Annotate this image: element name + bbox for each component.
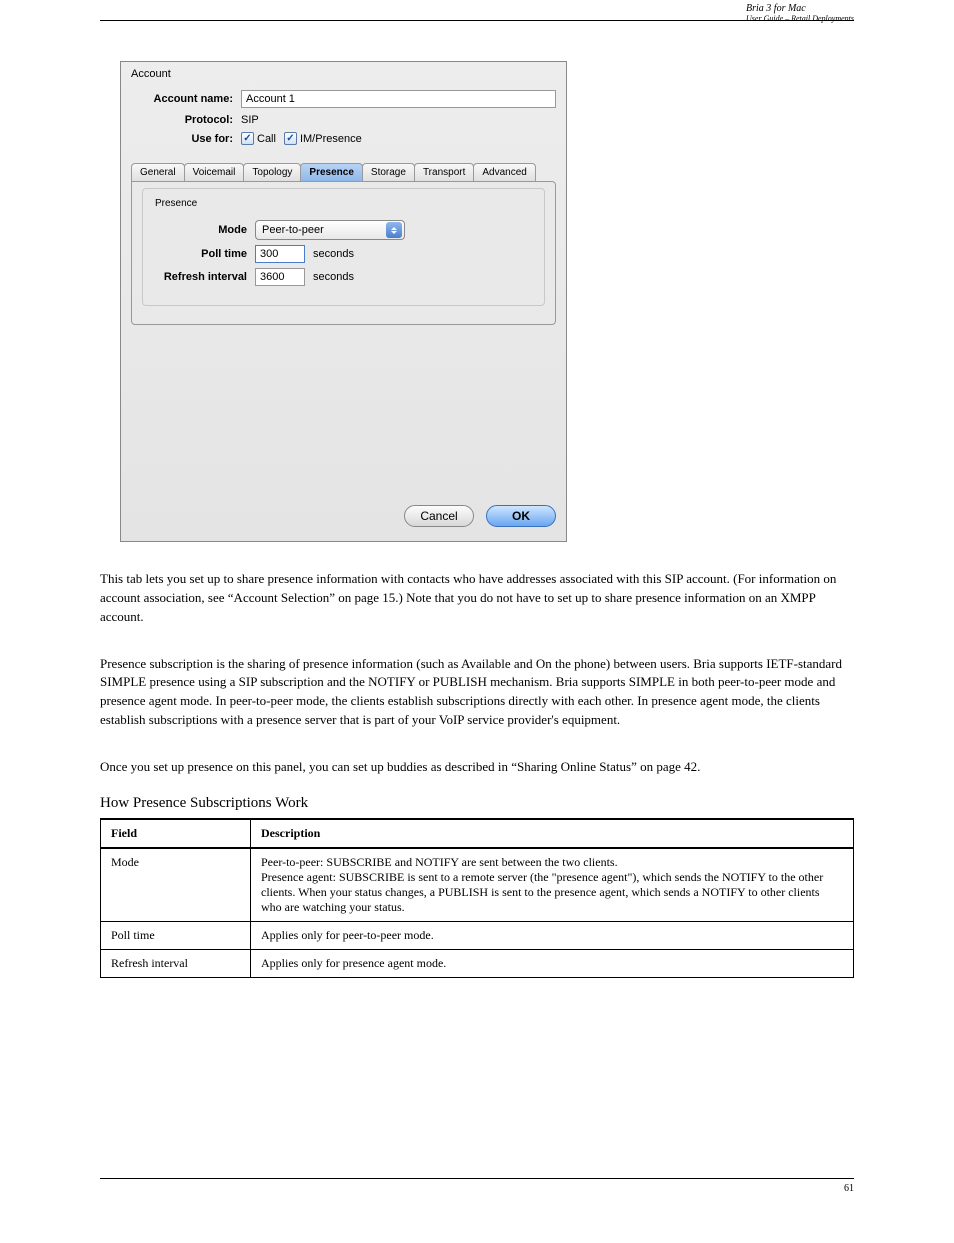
table-cell: Applies only for presence agent mode. [251, 949, 854, 977]
table-header-description: Description [251, 819, 854, 848]
cancel-button[interactable]: Cancel [404, 505, 474, 527]
refresh-interval-label: Refresh interval [155, 271, 255, 283]
mode-label: Mode [155, 224, 255, 236]
refresh-interval-unit: seconds [313, 271, 354, 283]
table-cell: Refresh interval [101, 949, 251, 977]
table-row: Mode Peer-to-peer: SUBSCRIBE and NOTIFY … [101, 848, 854, 922]
dialog-button-row: Cancel OK [131, 505, 556, 527]
table-header-field: Field [101, 819, 251, 848]
header-rule: Bria 3 for Mac User Guide – Retail Deplo… [100, 20, 854, 21]
tab-transport[interactable]: Transport [414, 163, 474, 181]
field-description-table: Field Description Mode Peer-to-peer: SUB… [100, 818, 854, 978]
page-footer: 61 [100, 1178, 854, 1183]
account-name-label: Account name: [131, 93, 241, 105]
row-protocol: Protocol: SIP [131, 114, 556, 126]
protocol-label: Protocol: [131, 114, 241, 126]
checkbox-icon: ✓ [241, 132, 254, 145]
table-cell: Peer-to-peer: SUBSCRIBE and NOTIFY are s… [251, 848, 854, 922]
presence-group-title: Presence [151, 198, 201, 209]
account-dialog: Account Account name: Protocol: SIP Use … [120, 61, 567, 542]
doc-header-subtitle: User Guide – Retail Deployments [746, 14, 854, 23]
tab-topology[interactable]: Topology [243, 163, 301, 181]
table-cell: Mode [101, 848, 251, 922]
dialog-spacer [131, 325, 556, 495]
doc-header-right: Bria 3 for Mac User Guide – Retail Deplo… [746, 3, 854, 23]
mode-select[interactable]: Peer-to-peer [255, 220, 405, 240]
row-poll-time: Poll time seconds [155, 245, 532, 263]
protocol-value: SIP [241, 114, 259, 126]
use-for-label: Use for: [131, 133, 241, 145]
use-for-call-checkbox[interactable]: ✓ Call [241, 132, 276, 145]
tab-bar: General Voicemail Topology Presence Stor… [131, 163, 556, 181]
tab-body: Presence Mode Peer-to-peer Poll time sec… [131, 181, 556, 325]
refresh-interval-input[interactable] [255, 268, 305, 286]
use-for-im-label: IM/Presence [300, 133, 362, 145]
poll-time-label: Poll time [155, 248, 255, 260]
body-paragraph-1: This tab lets you set up to share presen… [100, 570, 854, 627]
body-paragraph-2: Presence subscription is the sharing of … [100, 655, 854, 730]
chevron-updown-icon [386, 222, 402, 238]
table-cell: Applies only for peer-to-peer mode. [251, 921, 854, 949]
poll-time-unit: seconds [313, 248, 354, 260]
table-row: Refresh interval Applies only for presen… [101, 949, 854, 977]
dialog-title: Account [131, 68, 556, 80]
poll-time-input[interactable] [255, 245, 305, 263]
checkbox-icon: ✓ [284, 132, 297, 145]
tab-advanced[interactable]: Advanced [473, 163, 535, 181]
ok-button[interactable]: OK [486, 505, 556, 527]
use-for-im-checkbox[interactable]: ✓ IM/Presence [284, 132, 362, 145]
mode-select-value: Peer-to-peer [262, 224, 324, 236]
tab-storage[interactable]: Storage [362, 163, 415, 181]
row-use-for: Use for: ✓ Call ✓ IM/Presence [131, 132, 556, 145]
table-cell: Poll time [101, 921, 251, 949]
account-name-input[interactable] [241, 90, 556, 108]
body-heading: How Presence Subscriptions Work [100, 795, 854, 812]
body-paragraph-3: Once you set up presence on this panel, … [100, 758, 854, 777]
doc-header-product: Bria 3 for Mac [746, 3, 806, 14]
tab-general[interactable]: General [131, 163, 185, 181]
row-refresh-interval: Refresh interval seconds [155, 268, 532, 286]
tab-presence[interactable]: Presence [300, 163, 362, 181]
row-account-name: Account name: [131, 90, 556, 108]
row-mode: Mode Peer-to-peer [155, 220, 532, 240]
presence-group: Presence Mode Peer-to-peer Poll time sec… [142, 188, 545, 306]
table-row: Poll time Applies only for peer-to-peer … [101, 921, 854, 949]
tab-voicemail[interactable]: Voicemail [184, 163, 245, 181]
page-number: 61 [844, 1183, 854, 1194]
use-for-call-label: Call [257, 133, 276, 145]
